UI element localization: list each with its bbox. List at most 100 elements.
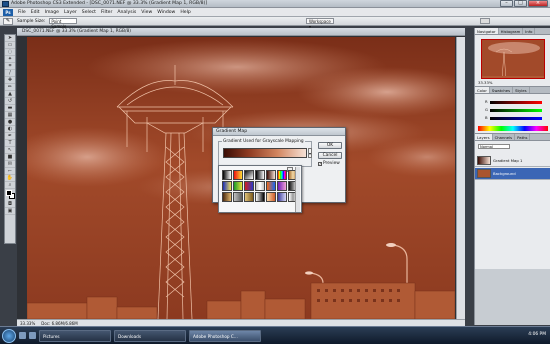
stamp-tool-icon[interactable]: ▲ [5, 91, 15, 98]
tab-navigator[interactable]: Navigator [475, 28, 499, 34]
gradient-swatch[interactable] [277, 192, 287, 202]
slice-tool-icon[interactable]: / [5, 70, 15, 77]
panels-dock: Navigator Histogram Info 33.33% Color Sw… [474, 28, 550, 325]
menu-select[interactable]: Select [82, 10, 96, 15]
tab-color[interactable]: Color [475, 87, 490, 93]
menu-edit[interactable]: Edit [31, 10, 40, 15]
gradient-swatch[interactable] [233, 192, 243, 202]
workspace-button[interactable]: Workspace ▾ [306, 18, 334, 29]
gradient-tool-icon[interactable]: ▦ [5, 112, 15, 119]
menu-help[interactable]: Help [180, 10, 190, 15]
shape-tool-icon[interactable]: ■ [5, 154, 15, 161]
gradient-swatch[interactable] [255, 181, 265, 191]
menu-layer[interactable]: Layer [64, 10, 77, 15]
minimize-button[interactable]: – [500, 0, 513, 7]
tab-paths[interactable]: Paths [515, 134, 531, 140]
ok-button[interactable]: OK [318, 142, 342, 149]
crop-tool-icon[interactable]: ⌗ [5, 63, 15, 70]
menu-image[interactable]: Image [45, 10, 59, 15]
tab-styles[interactable]: Styles [513, 87, 530, 93]
gradient-swatch[interactable] [255, 192, 265, 202]
brushes-palette-icon[interactable] [480, 18, 490, 24]
quick-mask-icon[interactable]: ◘ [5, 201, 15, 208]
eraser-tool-icon[interactable]: ▬ [5, 105, 15, 112]
marquee-tool-icon[interactable]: ▭ [5, 42, 15, 49]
gradient-swatch[interactable] [277, 170, 287, 180]
tab-swatches[interactable]: Swatches [490, 87, 514, 93]
move-tool-icon[interactable]: ➤ [5, 35, 15, 42]
healing-tool-icon[interactable]: ✚ [5, 77, 15, 84]
pen-tool-icon[interactable]: ✒ [5, 133, 15, 140]
menu-file[interactable]: File [18, 10, 26, 15]
gradient-swatch[interactable] [244, 170, 254, 180]
history-brush-icon[interactable]: ↺ [5, 98, 15, 105]
layer-row[interactable]: Background [475, 168, 550, 180]
navigator-tabs: Navigator Histogram Info [475, 28, 550, 35]
eyedropper-icon[interactable]: ⌐ [5, 168, 15, 175]
layer-name: Background [493, 171, 516, 176]
gradient-swatch[interactable] [222, 192, 232, 202]
notes-tool-icon[interactable]: ✉ [5, 161, 15, 168]
blend-mode-select[interactable]: Normal [478, 144, 510, 149]
green-slider[interactable] [490, 109, 542, 112]
canvas-vertical-scrollbar[interactable] [456, 37, 465, 319]
picker-scrollbar[interactable] [295, 167, 300, 212]
brush-tool-icon[interactable]: ✏ [5, 84, 15, 91]
gradient-dropdown-arrow-icon[interactable]: ▾ [308, 148, 312, 158]
red-slider[interactable] [490, 101, 542, 104]
gradient-swatch[interactable] [266, 181, 276, 191]
taskbar-item-downloads[interactable]: Downloads [114, 329, 186, 342]
gradient-swatch[interactable] [244, 192, 254, 202]
navigator-thumbnail[interactable] [481, 39, 545, 79]
zoom-tool-icon[interactable]: ⌕ [5, 182, 15, 189]
eyedropper-tool-icon[interactable]: ✎ [3, 17, 13, 25]
foreground-color-swatch[interactable] [6, 190, 12, 196]
gradient-swatch[interactable] [266, 192, 276, 202]
tab-layers[interactable]: Layers [475, 134, 493, 140]
gradient-swatch[interactable] [266, 170, 276, 180]
navigator-zoom[interactable]: 33.33% [478, 80, 492, 85]
taskbar-item-photoshop[interactable]: Adobe Photoshop C... [189, 329, 261, 342]
path-select-icon[interactable]: ↖ [5, 147, 15, 154]
maximize-button[interactable]: □ [514, 0, 527, 7]
color-swatches[interactable] [5, 189, 15, 201]
screen-mode-icon[interactable]: ▣ [5, 208, 15, 215]
dodge-tool-icon[interactable]: ◐ [5, 126, 15, 133]
switch-windows-icon[interactable] [29, 332, 36, 339]
close-button[interactable]: × [528, 0, 548, 7]
gradient-swatch[interactable] [255, 170, 265, 180]
layer-row[interactable]: Gradient Map 1 [475, 155, 550, 167]
preview-checkbox[interactable]: ✓ Preview [318, 161, 340, 166]
tab-histogram[interactable]: Histogram [499, 28, 524, 34]
cancel-button[interactable]: Cancel [318, 152, 342, 159]
blue-slider[interactable] [490, 117, 542, 120]
menu-filter[interactable]: Filter [101, 10, 112, 15]
gradient-swatch[interactable] [222, 181, 232, 191]
hand-tool-icon[interactable]: ✋ [5, 175, 15, 182]
tab-channels[interactable]: Channels [493, 134, 516, 140]
lasso-tool-icon[interactable]: ◌ [5, 49, 15, 56]
type-tool-icon[interactable]: T [5, 140, 15, 147]
quick-select-tool-icon[interactable]: ✦ [5, 56, 15, 63]
blur-tool-icon[interactable]: ● [5, 119, 15, 126]
sample-size-select[interactable]: Point Sample [49, 18, 78, 29]
tab-info[interactable]: Info [523, 28, 536, 34]
gradient-swatch[interactable] [233, 181, 243, 191]
menu-view[interactable]: View [141, 10, 152, 15]
color-ramp[interactable] [478, 126, 548, 131]
zoom-readout[interactable]: 33.33% [20, 321, 35, 326]
show-desktop-icon[interactable] [19, 332, 26, 339]
navigator-panel: 33.33% [475, 35, 550, 87]
gradient-preview-bar[interactable] [223, 148, 307, 158]
menu-window[interactable]: Window [157, 10, 175, 15]
gradient-swatch[interactable] [244, 181, 254, 191]
gradient-swatch[interactable] [277, 181, 287, 191]
start-button[interactable] [2, 328, 16, 343]
menu-analysis[interactable]: Analysis [117, 10, 136, 15]
taskbar-item-pictures[interactable]: Pictures [39, 329, 111, 342]
doc-size-readout[interactable]: Doc: 6.86M/6.86M [41, 321, 77, 326]
gradient-swatch[interactable] [222, 170, 232, 180]
preview-checkbox-box[interactable]: ✓ [318, 161, 322, 166]
gradient-swatch[interactable] [233, 170, 243, 180]
document-title-bar: DSC_0071.NEF @ 33.3% (Gradient Map 1, RG… [17, 28, 465, 36]
